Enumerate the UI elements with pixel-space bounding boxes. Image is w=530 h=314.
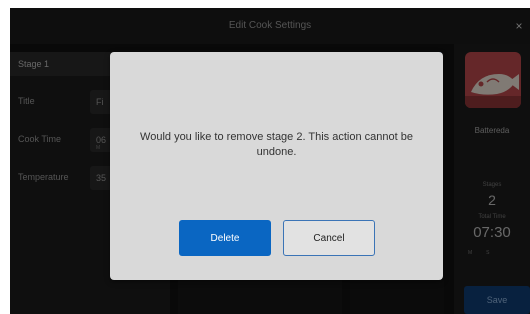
delete-button[interactable]: Delete [179, 220, 271, 256]
dialog-message: Would you like to remove stage 2. This a… [140, 131, 413, 158]
confirm-remove-dialog: Would you like to remove stage 2. This a… [110, 52, 443, 280]
cancel-button[interactable]: Cancel [283, 220, 375, 256]
screen: Edit Cook Settings × Stage 1 Title Fi Co… [0, 0, 530, 314]
